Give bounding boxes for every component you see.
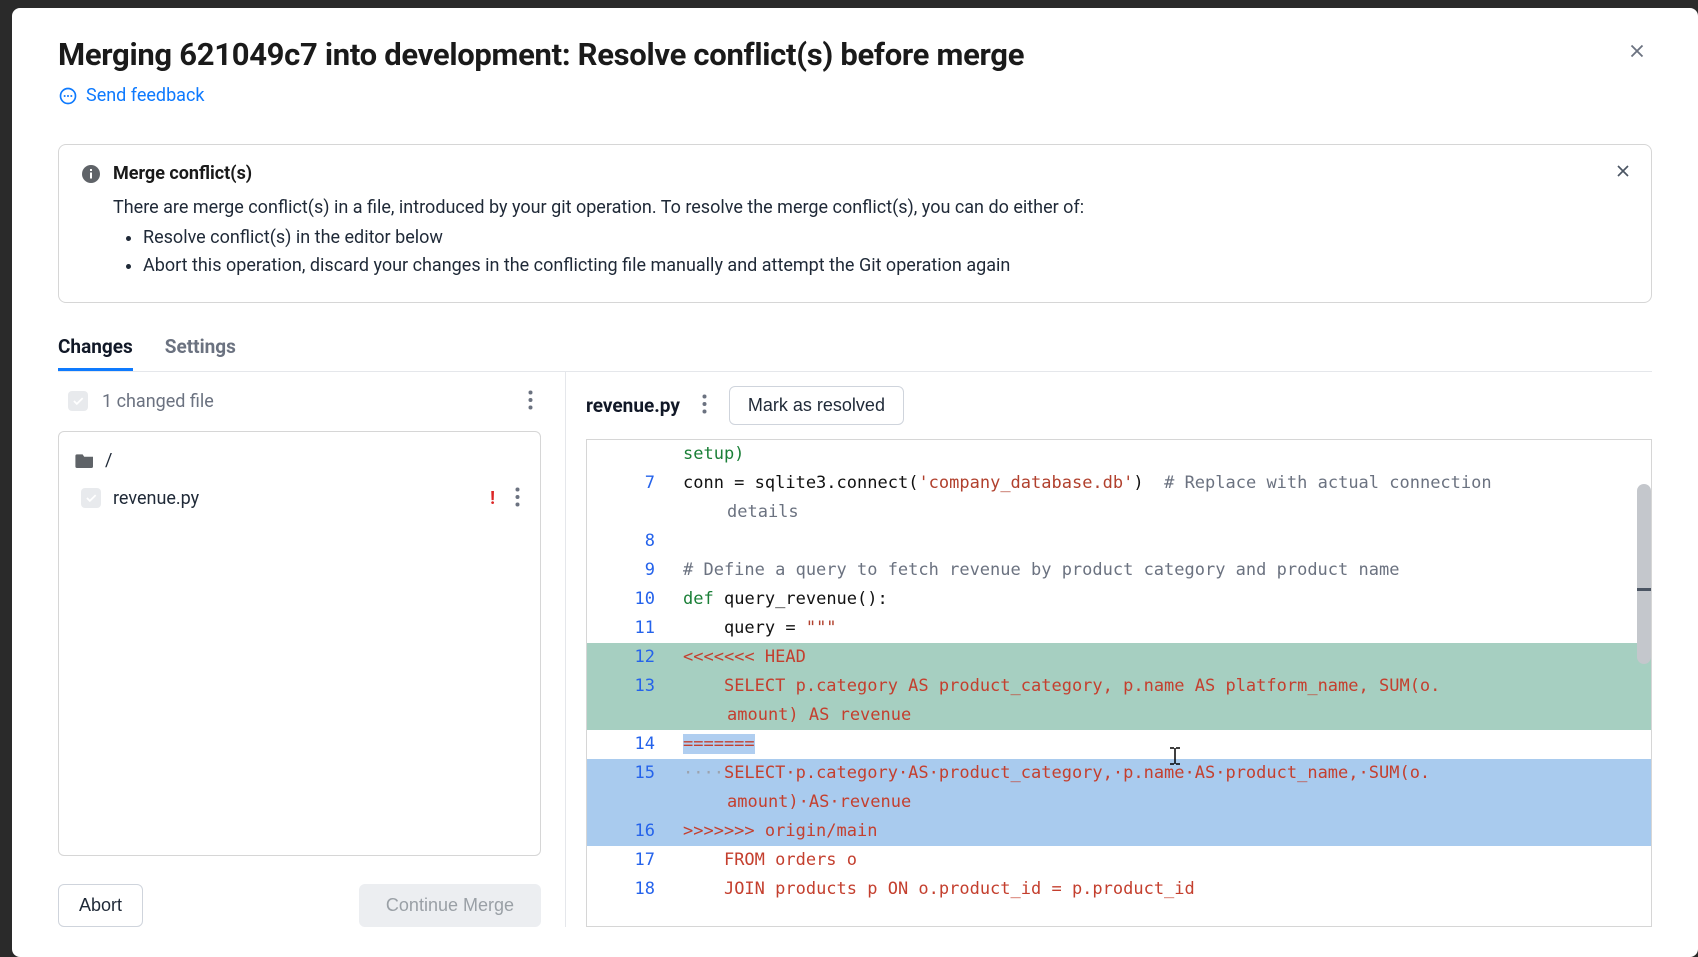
close-icon bbox=[1626, 40, 1648, 62]
code-line-wrap[interactable]: amount) AS revenue bbox=[587, 701, 1651, 730]
code-line[interactable]: 9# Define a query to fetch revenue by pr… bbox=[587, 556, 1651, 585]
main-content: 1 changed file / revenue.py bbox=[58, 371, 1652, 927]
code-content[interactable]: ======= bbox=[677, 730, 1651, 759]
line-number: 16 bbox=[587, 817, 677, 846]
code-content[interactable]: ····SELECT·p.category·AS·product_categor… bbox=[677, 759, 1651, 788]
line-number: 13 bbox=[587, 672, 677, 701]
file-menu-button[interactable] bbox=[511, 483, 524, 514]
kebab-icon bbox=[515, 487, 520, 507]
abort-button[interactable]: Abort bbox=[58, 884, 143, 927]
tab-changes[interactable]: Changes bbox=[58, 335, 133, 371]
code-line[interactable]: 10def query_revenue(): bbox=[587, 585, 1651, 614]
kebab-icon bbox=[702, 394, 707, 414]
alert-body: There are merge conflict(s) in a file, i… bbox=[81, 194, 1629, 280]
scrollbar-thumb[interactable] bbox=[1637, 484, 1651, 664]
continue-merge-button: Continue Merge bbox=[359, 884, 541, 927]
close-icon bbox=[1613, 161, 1633, 181]
mark-resolved-button[interactable]: Mark as resolved bbox=[729, 386, 904, 425]
alert-title: Merge conflict(s) bbox=[113, 163, 252, 184]
code-content[interactable]: JOIN products p ON o.product_id = p.prod… bbox=[677, 875, 1651, 904]
send-feedback-link[interactable]: Send feedback bbox=[58, 85, 1652, 106]
code-line[interactable]: 12<<<<<<< HEAD bbox=[587, 643, 1651, 672]
code-content[interactable]: setup) bbox=[677, 440, 1651, 469]
line-number: 9 bbox=[587, 556, 677, 585]
folder-icon bbox=[75, 452, 95, 468]
tree-root[interactable]: / bbox=[71, 444, 528, 477]
code-content[interactable]: query = """ bbox=[677, 614, 1651, 643]
code-line[interactable]: 7conn = sqlite3.connect('company_databas… bbox=[587, 469, 1651, 498]
line-number: 18 bbox=[587, 875, 677, 904]
code-line[interactable]: 8 bbox=[587, 527, 1651, 556]
line-number bbox=[587, 440, 677, 469]
changes-panel: 1 changed file / revenue.py bbox=[58, 372, 566, 927]
line-number: 8 bbox=[587, 527, 677, 556]
code-line[interactable]: 15····SELECT·p.category·AS·product_categ… bbox=[587, 759, 1651, 788]
alert-intro: There are merge conflict(s) in a file, i… bbox=[113, 194, 1629, 222]
code-content[interactable]: FROM orders o bbox=[677, 846, 1651, 875]
feedback-icon bbox=[58, 86, 78, 106]
editor-menu-button[interactable] bbox=[698, 390, 711, 421]
line-number: 11 bbox=[587, 614, 677, 643]
line-number: 12 bbox=[587, 643, 677, 672]
file-tree: / revenue.py ! bbox=[58, 431, 541, 856]
code-editor[interactable]: setup)7conn = sqlite3.connect('company_d… bbox=[586, 439, 1652, 927]
merge-conflict-modal: Merging 621049c7 into development: Resol… bbox=[12, 8, 1698, 957]
conflict-indicator-icon: ! bbox=[490, 488, 495, 509]
tree-file-name: revenue.py bbox=[113, 488, 199, 509]
code-content[interactable]: # Define a query to fetch revenue by pro… bbox=[677, 556, 1651, 585]
select-all-checkbox[interactable] bbox=[68, 391, 88, 411]
alert-bullets: Resolve conflict(s) in the editor below … bbox=[113, 224, 1629, 280]
code-content[interactable]: <<<<<<< HEAD bbox=[677, 643, 1651, 672]
code-line[interactable]: 16>>>>>>> origin/main bbox=[587, 817, 1651, 846]
code-content[interactable]: >>>>>>> origin/main bbox=[677, 817, 1651, 846]
code-line-wrap[interactable]: details bbox=[587, 498, 1651, 527]
line-number: 14 bbox=[587, 730, 677, 759]
close-modal-button[interactable] bbox=[1622, 36, 1652, 69]
feedback-label: Send feedback bbox=[86, 85, 205, 106]
changed-files-count: 1 changed file bbox=[102, 391, 214, 412]
line-number: 17 bbox=[587, 846, 677, 875]
kebab-icon bbox=[528, 390, 533, 410]
code-line[interactable]: 17 FROM orders o bbox=[587, 846, 1651, 875]
file-checkbox[interactable] bbox=[81, 488, 101, 508]
alert-bullet: Abort this operation, discard your chang… bbox=[143, 252, 1629, 280]
code-line[interactable]: 18 JOIN products p ON o.product_id = p.p… bbox=[587, 875, 1651, 904]
code-content[interactable]: def query_revenue(): bbox=[677, 585, 1651, 614]
tree-root-label: / bbox=[105, 450, 112, 471]
alert-bullet: Resolve conflict(s) in the editor below bbox=[143, 224, 1629, 252]
line-number: 7 bbox=[587, 469, 677, 498]
tree-file-item[interactable]: revenue.py ! bbox=[71, 477, 528, 520]
changes-menu-button[interactable] bbox=[524, 386, 537, 417]
editor-header: revenue.py Mark as resolved bbox=[586, 386, 1652, 439]
tabs: Changes Settings bbox=[58, 335, 1652, 371]
modal-title: Merging 621049c7 into development: Resol… bbox=[58, 36, 1024, 73]
editor-panel: revenue.py Mark as resolved setup)7conn … bbox=[566, 372, 1652, 927]
changes-actions: Abort Continue Merge bbox=[58, 884, 541, 927]
code-line[interactable]: setup) bbox=[587, 440, 1651, 469]
scroll-indicator bbox=[1637, 588, 1651, 591]
line-number: 10 bbox=[587, 585, 677, 614]
code-content[interactable] bbox=[677, 527, 1651, 556]
code-line-wrap[interactable]: amount)·AS·revenue bbox=[587, 788, 1651, 817]
modal-header: Merging 621049c7 into development: Resol… bbox=[58, 36, 1652, 73]
code-line[interactable]: 11 query = """ bbox=[587, 614, 1651, 643]
tab-settings[interactable]: Settings bbox=[165, 335, 236, 371]
code-content[interactable]: SELECT p.category AS product_category, p… bbox=[677, 672, 1651, 701]
code-line[interactable]: 14======= bbox=[587, 730, 1651, 759]
dismiss-alert-button[interactable] bbox=[1613, 161, 1633, 184]
code-line[interactable]: 13 SELECT p.category AS product_category… bbox=[587, 672, 1651, 701]
code-content[interactable]: conn = sqlite3.connect('company_database… bbox=[677, 469, 1651, 498]
info-icon bbox=[81, 164, 101, 184]
editor-filename: revenue.py bbox=[586, 394, 680, 417]
changes-header: 1 changed file bbox=[58, 386, 541, 431]
merge-conflict-alert: Merge conflict(s) There are merge confli… bbox=[58, 144, 1652, 303]
line-number: 15 bbox=[587, 759, 677, 788]
